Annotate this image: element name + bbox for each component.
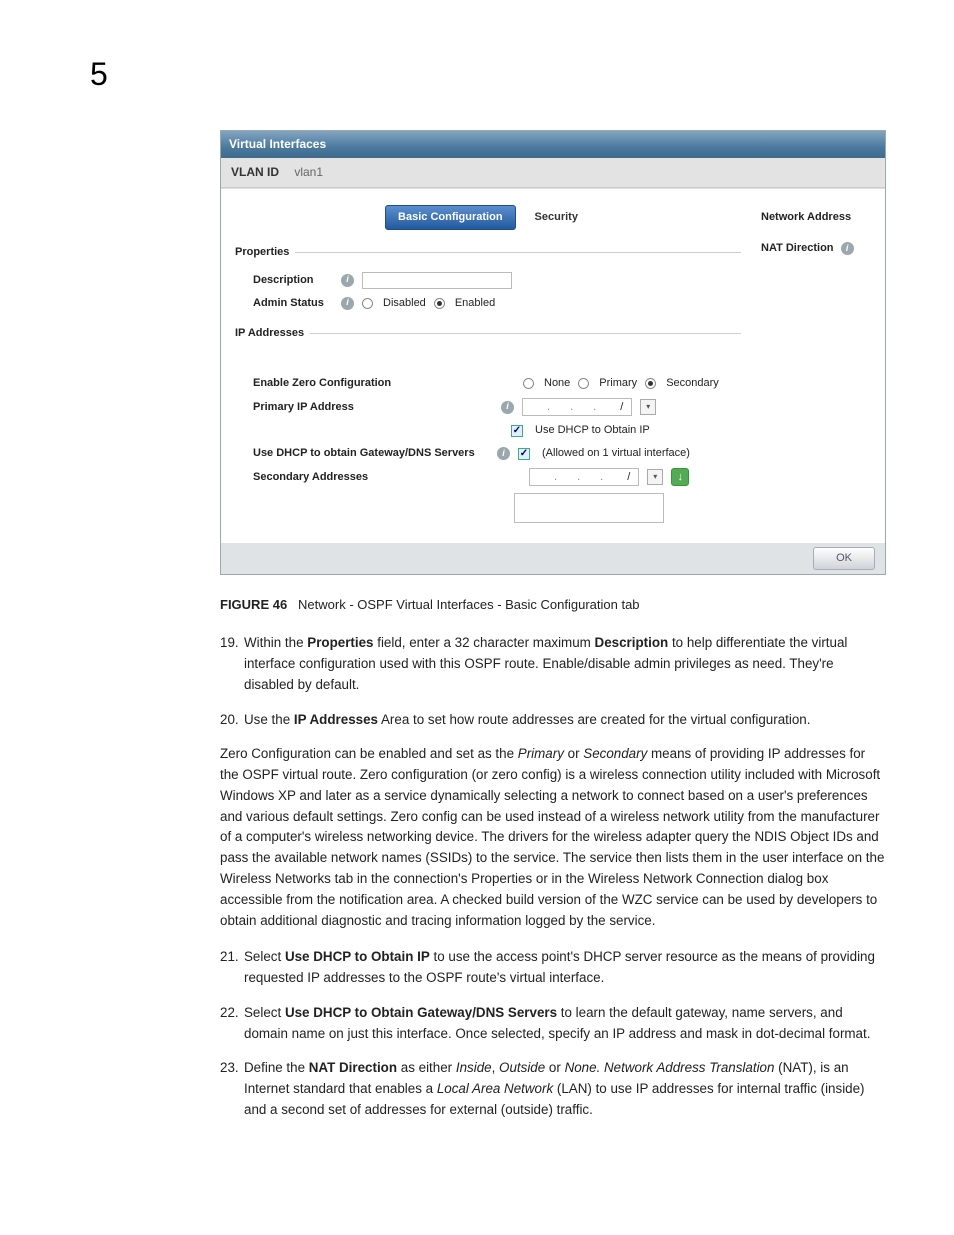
description-label: Description <box>253 272 333 289</box>
admin-status-enabled-radio[interactable] <box>434 298 445 309</box>
step-22: 22. Select Use DHCP to Obtain Gateway/DN… <box>220 1003 886 1045</box>
zero-config-none-radio[interactable] <box>523 378 534 389</box>
enable-zero-configuration-label: Enable Zero Configuration <box>253 375 473 392</box>
zero-config-paragraph: Zero Configuration can be enabled and se… <box>220 744 886 931</box>
secondary-label: Secondary <box>666 375 719 392</box>
use-dhcp-obtain-ip-checkbox[interactable] <box>511 425 523 437</box>
secondary-addresses-list[interactable] <box>514 493 664 523</box>
divider <box>295 252 741 253</box>
secondary-ip-input[interactable]: ... / <box>529 468 639 486</box>
network-address-label: Network Address <box>761 209 875 226</box>
mask-dropdown[interactable]: ▾ <box>640 399 656 415</box>
info-icon: i <box>341 297 354 310</box>
divider <box>310 333 741 334</box>
ip-addresses-legend: IP Addresses <box>235 325 304 342</box>
info-icon: i <box>841 242 854 255</box>
vlan-id-label: VLAN ID <box>231 165 279 179</box>
vlan-id-value: vlan1 <box>294 165 323 179</box>
info-icon: i <box>501 401 514 414</box>
nat-direction-label: NAT Direction i <box>761 240 875 257</box>
tab-security[interactable]: Security <box>522 205 591 230</box>
secondary-addresses-label: Secondary Addresses <box>253 469 473 486</box>
tab-basic-configuration[interactable]: Basic Configuration <box>385 205 516 230</box>
primary-ip-input[interactable]: ... / <box>522 398 632 416</box>
figure-caption: FIGURE 46 Network - OSPF Virtual Interfa… <box>220 595 886 615</box>
use-dhcp-gateway-dns-checkbox[interactable] <box>518 448 530 460</box>
slash: / <box>627 469 630 486</box>
mask-dropdown[interactable]: ▾ <box>647 469 663 485</box>
info-icon: i <box>497 447 510 460</box>
screenshot-panel: Virtual Interfaces VLAN ID vlan1 Basic C… <box>220 130 886 576</box>
description-input[interactable] <box>362 272 512 289</box>
admin-status-label: Admin Status <box>253 295 333 312</box>
zero-config-secondary-radio[interactable] <box>645 378 656 389</box>
enabled-label: Enabled <box>455 295 495 312</box>
vlan-header: VLAN ID vlan1 <box>221 158 885 188</box>
use-dhcp-obtain-ip-label: Use DHCP to Obtain IP <box>535 422 650 439</box>
use-dhcp-gateway-dns-label: Use DHCP to obtain Gateway/DNS Servers <box>253 445 489 462</box>
admin-status-disabled-radio[interactable] <box>362 298 373 309</box>
step-21: 21. Select Use DHCP to Obtain IP to use … <box>220 947 886 989</box>
slash: / <box>620 399 623 416</box>
step-19: 19. Within the Properties field, enter a… <box>220 633 886 695</box>
primary-label: Primary <box>599 375 637 392</box>
step-20: 20. Use the IP Addresses Area to set how… <box>220 710 886 731</box>
chapter-number: 5 <box>90 50 886 100</box>
add-secondary-address-button[interactable] <box>671 468 689 486</box>
step-23: 23. Define the NAT Direction as either I… <box>220 1058 886 1120</box>
dhcp-gw-note: (Allowed on 1 virtual interface) <box>542 445 690 462</box>
panel-title: Virtual Interfaces <box>221 131 885 159</box>
zero-config-primary-radio[interactable] <box>578 378 589 389</box>
properties-legend: Properties <box>235 244 289 261</box>
disabled-label: Disabled <box>383 295 426 312</box>
info-icon: i <box>341 274 354 287</box>
none-label: None <box>544 375 570 392</box>
primary-ip-address-label: Primary IP Address <box>253 399 473 416</box>
ok-button[interactable]: OK <box>813 547 875 570</box>
